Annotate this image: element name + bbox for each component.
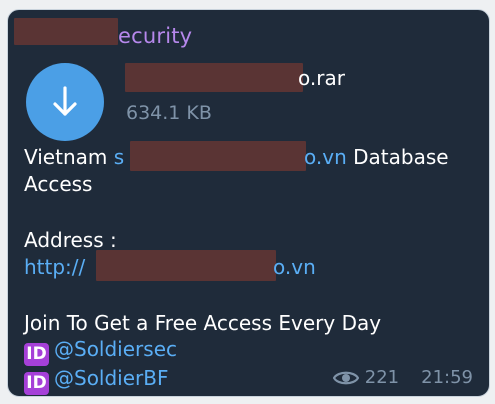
- id-badge-icon: ID: [24, 343, 49, 366]
- message-meta: 221 21:59: [332, 367, 473, 388]
- handle-line: ID @Soldiersec: [24, 337, 177, 366]
- body-text: Database: [346, 145, 449, 169]
- handle-link[interactable]: @SoldierBF: [54, 366, 169, 390]
- body-line-1-end: o.vn Database: [304, 145, 449, 169]
- body-line-2: Access: [24, 172, 93, 196]
- body-text: Vietnam: [24, 145, 114, 169]
- redaction-block: [96, 250, 276, 281]
- address-label: Address :: [24, 228, 117, 252]
- address-link-line: http://: [24, 255, 85, 279]
- body-line-1: Vietnam s: [24, 145, 124, 169]
- file-name[interactable]: o.rar: [298, 66, 345, 90]
- join-text: Join To Get a Free Access Every Day: [24, 311, 382, 335]
- message-time: 21:59: [421, 367, 473, 388]
- address-link-start[interactable]: http://: [24, 255, 85, 279]
- redaction-block: [125, 63, 303, 92]
- domain-link-start[interactable]: s: [114, 145, 124, 169]
- handle-link[interactable]: @Soldiersec: [54, 337, 177, 361]
- eye-icon: [332, 371, 359, 384]
- address-link-end[interactable]: o.vn: [273, 255, 316, 279]
- address-link-end-line: o.vn: [273, 255, 316, 279]
- screenshot-frame: ecurity o.rar 634.1 KB Vietnam s o.vn Da…: [0, 0, 495, 404]
- file-size: 634.1 KB: [126, 102, 212, 124]
- handle-line: ID @SoldierBF: [24, 366, 169, 395]
- sender-name[interactable]: ecurity: [118, 24, 192, 48]
- id-badge-icon: ID: [24, 372, 49, 395]
- domain-link-end[interactable]: o.vn: [304, 145, 347, 169]
- download-button[interactable]: [26, 63, 104, 141]
- message-bubble: ecurity o.rar 634.1 KB Vietnam s o.vn Da…: [7, 9, 490, 397]
- redaction-block: [130, 141, 306, 171]
- redaction-block: [14, 18, 118, 45]
- download-arrow-icon: [53, 86, 77, 116]
- view-count: 221: [364, 367, 400, 388]
